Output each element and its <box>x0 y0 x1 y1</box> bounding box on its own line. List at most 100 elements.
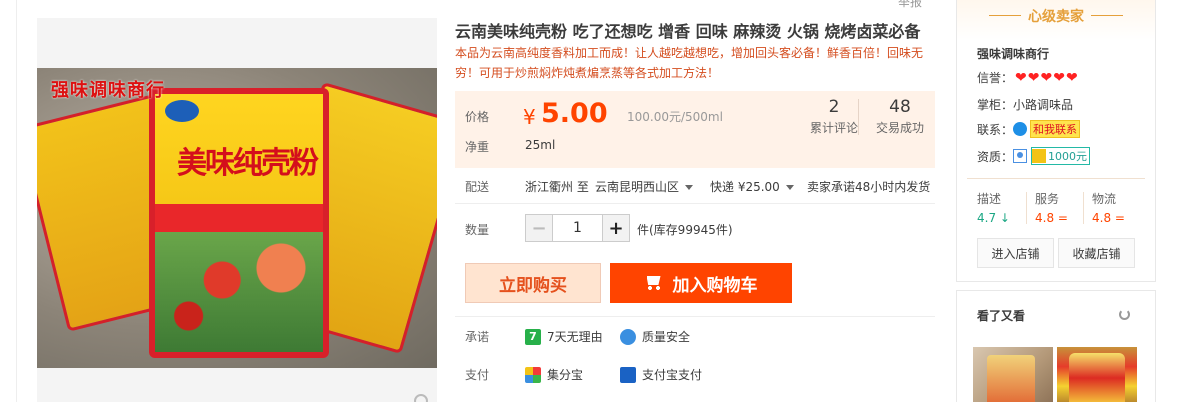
score-value: 4.8 = <box>1092 211 1125 225</box>
keeper-label: 掌柜： <box>977 98 1014 112</box>
quality-safety[interactable]: 质量安全 <box>620 328 690 345</box>
packet-band <box>155 204 323 234</box>
also-viewed-thumbnail[interactable] <box>1057 347 1137 402</box>
ship-promise: 卖家承诺48小时内发货 <box>807 180 931 194</box>
alipay-icon <box>620 366 636 383</box>
score-divider <box>1083 192 1084 224</box>
contact-seller-button[interactable]: 和我联系 <box>1013 120 1081 138</box>
seller-level: 心级卖家 <box>957 6 1155 26</box>
shop-name[interactable]: 强味调味商行 <box>977 45 1049 62</box>
seven-day-label: 7天无理由 <box>547 330 603 344</box>
heart-icon: ❤ <box>1040 69 1053 86</box>
add-to-cart-label: 加入购物车 <box>672 275 758 296</box>
also-viewed-thumbnail[interactable] <box>973 347 1053 402</box>
divider <box>455 316 935 317</box>
payment-label: 支付 <box>465 368 490 382</box>
score-description: 描述 4.7 ↓ <box>977 190 1010 225</box>
net-weight-label: 净重 <box>465 140 490 154</box>
review-count-label: 累计评论 <box>809 121 858 135</box>
quantity-minus-button[interactable]: − <box>526 215 553 241</box>
report-link[interactable]: 举报 <box>898 0 922 10</box>
trend-down-icon: ↓ <box>999 211 1010 225</box>
alipay-label: 支付宝支付 <box>642 368 703 382</box>
cart-icon <box>645 276 663 290</box>
ship-method-text: 快递 ¥25.00 <box>710 180 780 194</box>
jifenbao-payment[interactable]: 集分宝 <box>525 366 583 383</box>
stock-info: 件(库存99945件) <box>637 223 733 237</box>
score-number: 4.7 <box>977 211 997 225</box>
score-value: 4.8 = <box>1035 211 1068 225</box>
score-number: 4.8 <box>1035 211 1055 225</box>
contact-label: 联系： <box>977 122 1014 137</box>
price-value: 5.00 <box>541 98 608 129</box>
score-label: 描述 <box>977 192 1002 206</box>
shield-icon <box>620 328 636 345</box>
score-value: 4.7 ↓ <box>977 211 1010 225</box>
keeper-name[interactable]: 小路调味品 <box>1013 96 1073 113</box>
keeper-row: 掌柜： 小路调味品 <box>977 96 1073 113</box>
deposit-badge[interactable]: 1000元 <box>1031 147 1091 165</box>
sales-count: 48 <box>889 97 911 117</box>
credit-hearts[interactable]: ❤ ❤ ❤ ❤ ❤ <box>1015 71 1078 85</box>
also-viewed-title: 看了又看 <box>977 309 1026 323</box>
contact-row: 联系： 和我联系 <box>977 120 1081 138</box>
product-subtitle: 本品为云南高纯度香料加工而成！让人越吃越想吃，增加回头客必备！鲜香百倍！回味无穷… <box>455 46 924 80</box>
also-viewed-panel: 看了又看 <box>956 290 1156 402</box>
stat-divider <box>858 99 859 135</box>
ship-to-select[interactable]: 云南昆明西山区 <box>595 178 694 195</box>
contact-seller-label: 和我联系 <box>1030 120 1081 138</box>
chevron-down-icon <box>685 185 694 190</box>
refresh-icon[interactable] <box>1119 309 1130 320</box>
divider <box>967 178 1145 179</box>
trend-equal-icon: = <box>1057 211 1068 225</box>
id-verified-icon[interactable] <box>1013 149 1028 163</box>
trend-equal-icon: = <box>1114 211 1125 225</box>
ship-from: 浙江衢州 至 <box>525 180 589 194</box>
enter-shop-button[interactable]: 进入店铺 <box>977 238 1054 268</box>
heart-icon: ❤ <box>1015 69 1027 86</box>
alipay-payment[interactable]: 支付宝支付 <box>620 366 702 383</box>
shipping-row: 配送 浙江衢州 至 云南昆明西山区 快递 ¥25.00 卖家承诺48小时内发货 <box>455 176 935 196</box>
quality-label: 质量安全 <box>642 330 691 344</box>
ship-to-text: 云南昆明西山区 <box>595 180 680 194</box>
product-title: 云南美味纯壳粉 吃了还想吃 增香 回味 麻辣烫 火锅 烧烤卤菜必备 <box>455 22 921 41</box>
currency-symbol: ¥ <box>523 105 536 129</box>
score-label: 物流 <box>1092 192 1117 206</box>
quantity-plus-button[interactable]: + <box>602 215 629 241</box>
jifenbao-icon <box>525 366 541 383</box>
reference-price: 100.00元/500ml <box>627 110 723 124</box>
deposit-icon <box>1032 149 1047 163</box>
buy-now-button[interactable]: 立即购买 <box>465 263 601 303</box>
qualification-row: 资质： 1000元 <box>977 147 1091 165</box>
favorite-shop-button[interactable]: 收藏店铺 <box>1058 238 1135 268</box>
seven-day-return[interactable]: 7 7天无理由 <box>525 328 603 345</box>
seller-card: 心级卖家 强味调味商行 信誉： ❤ ❤ ❤ ❤ ❤ 掌柜： 小路调味品 联系： 和我联系… <box>956 0 1156 282</box>
promise-label: 承诺 <box>465 330 490 344</box>
score-logistics: 物流 4.8 = <box>1092 190 1125 225</box>
image-gallery: 美味纯壳粉 强味调味商行 <box>37 18 437 402</box>
packet-title: 美味纯壳粉 <box>177 146 319 181</box>
jifenbao-label: 集分宝 <box>547 368 584 382</box>
zoom-icon[interactable] <box>414 394 428 402</box>
wangwang-icon <box>1013 122 1028 136</box>
packet-image-front: 美味纯壳粉 <box>149 88 329 358</box>
seven-day-icon: 7 <box>525 328 541 345</box>
score-service: 服务 4.8 = <box>1035 190 1068 225</box>
heart-icon: ❤ <box>1065 69 1078 86</box>
score-label: 服务 <box>1035 192 1060 206</box>
heart-icon: ❤ <box>1053 69 1065 86</box>
ship-method-select[interactable]: 快递 ¥25.00 <box>710 178 794 195</box>
shipping-label: 配送 <box>465 180 490 194</box>
sales-count-stat: 48 交易成功 <box>872 97 928 136</box>
sales-count-label: 交易成功 <box>875 121 924 135</box>
review-count-stat[interactable]: 2 累计评论 <box>806 97 862 136</box>
quantity-input[interactable]: 1 <box>553 215 602 241</box>
score-divider <box>1026 192 1027 224</box>
divider <box>455 203 935 204</box>
main-product-image[interactable]: 美味纯壳粉 强味调味商行 <box>37 68 437 368</box>
add-to-cart-button[interactable]: 加入购物车 <box>610 263 792 303</box>
brand-logo-icon <box>165 100 199 122</box>
price-label: 价格 <box>465 110 490 124</box>
review-count: 2 <box>828 97 840 117</box>
quantity-label: 数量 <box>465 223 490 237</box>
